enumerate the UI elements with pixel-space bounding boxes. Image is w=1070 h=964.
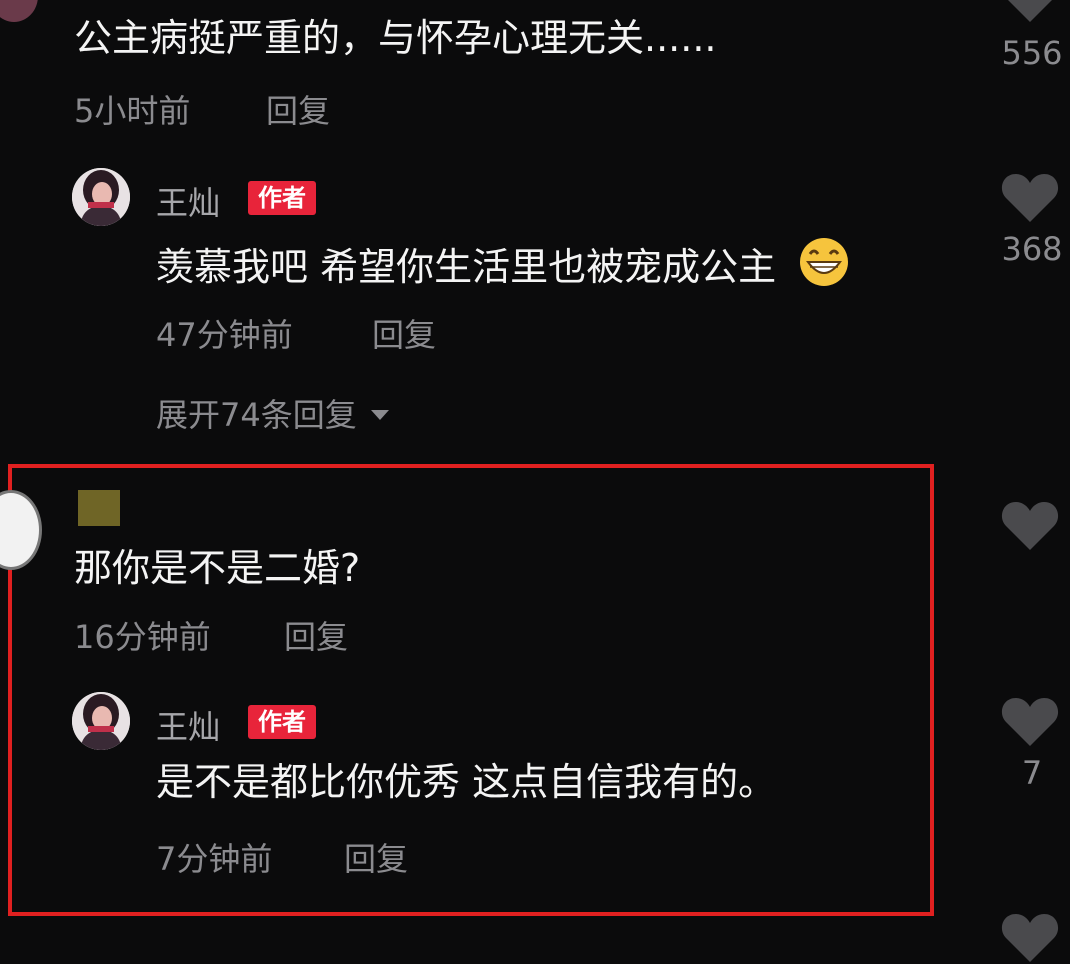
highlight-box [8, 464, 934, 916]
username[interactable]: 王灿 [156, 702, 220, 748]
like-count: 368 [1001, 230, 1063, 268]
avatar[interactable] [72, 692, 130, 750]
comment-text: 公主病挺严重的，与怀孕心理无关...... [74, 16, 717, 60]
expand-replies-button[interactable]: 展开74条回复 [156, 390, 391, 436]
reply-text: 是不是都比你优秀 这点自信我有的。 [156, 760, 777, 804]
comment-time: 5小时前 [74, 92, 191, 130]
reply-time: 47分钟前 [156, 316, 293, 354]
comment-time: 16分钟前 [74, 618, 211, 656]
like-count: 7 [1021, 754, 1043, 792]
like-count: 556 [1001, 34, 1063, 72]
reply-button[interactable]: 回复 [372, 310, 436, 356]
grinning-face-emoji [800, 238, 849, 286]
caret-down-icon [370, 410, 389, 420]
reply-text: 羡慕我吧 希望你生活里也被宠成公主 [156, 236, 850, 291]
username[interactable]: 王灿 [156, 178, 220, 224]
avatar[interactable] [72, 168, 130, 226]
heart-icon[interactable] [1000, 910, 1060, 964]
reply-text-content: 羡慕我吧 希望你生活里也被宠成公主 [156, 245, 777, 289]
author-badge: 作者 [248, 705, 316, 739]
heart-icon[interactable] [1000, 694, 1060, 748]
heart-icon[interactable] [1000, 0, 1060, 24]
partial-avatar-top [0, 0, 38, 22]
username-redacted [78, 490, 120, 526]
expand-replies-label: 展开74条回复 [156, 396, 357, 434]
reply-time: 7分钟前 [156, 840, 273, 878]
author-badge: 作者 [248, 181, 316, 215]
reply-button[interactable]: 回复 [266, 86, 330, 132]
comment-text: 那你是不是二婚? [74, 546, 361, 590]
reply-button[interactable]: 回复 [344, 834, 408, 880]
heart-icon[interactable] [1000, 498, 1060, 552]
heart-icon[interactable] [1000, 170, 1060, 224]
reply-button[interactable]: 回复 [284, 612, 348, 658]
